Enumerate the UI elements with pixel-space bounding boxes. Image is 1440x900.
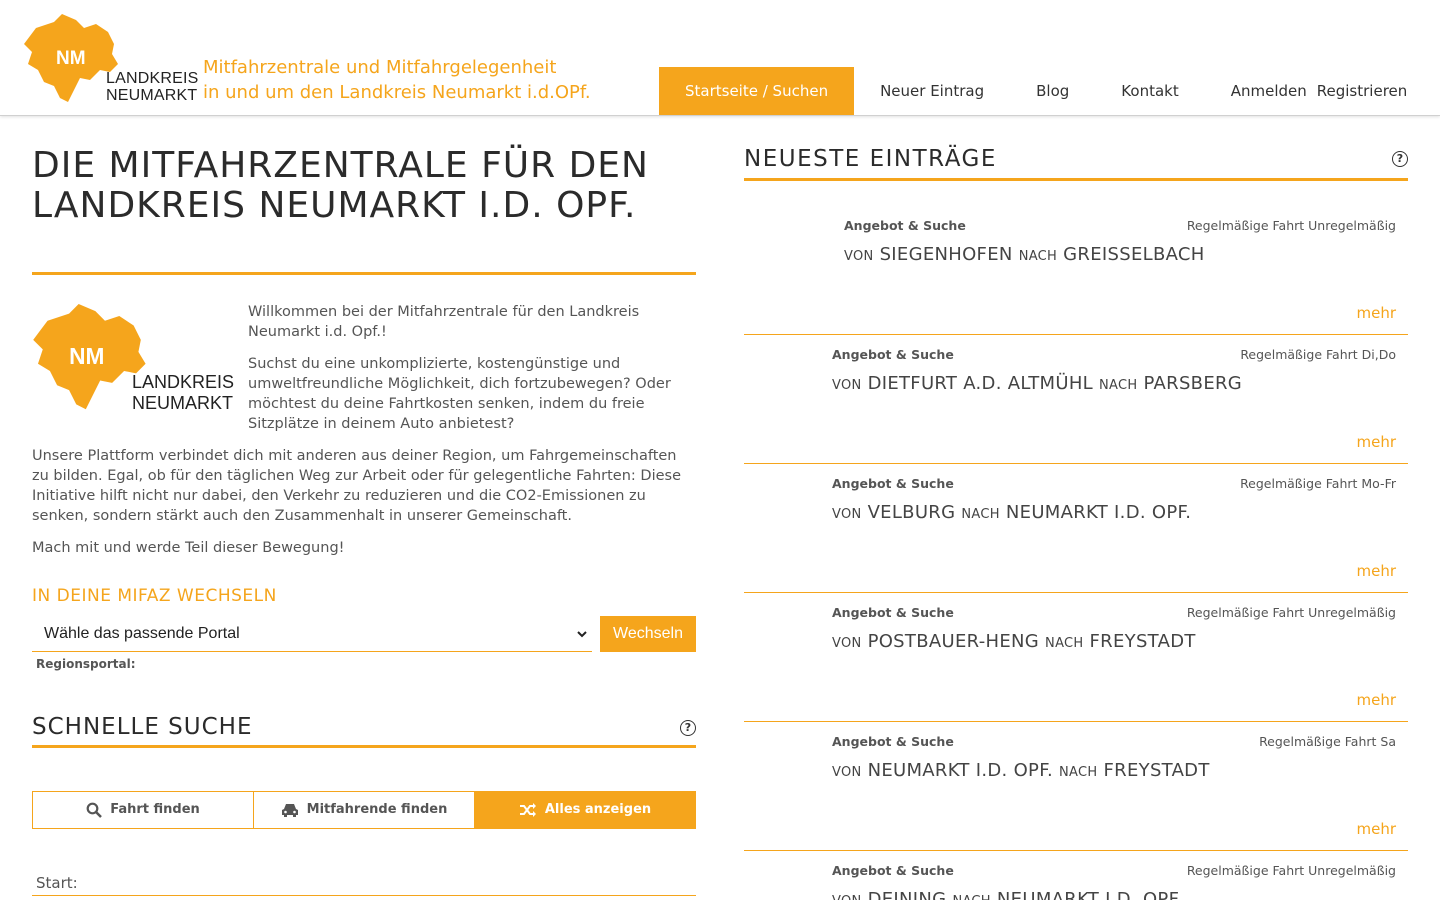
mehr-link[interactable]: mehr [1356, 562, 1396, 580]
car-icon [281, 804, 298, 817]
intro-logo: NM LANDKREIS NEUMARKT [32, 304, 235, 414]
entry-kind: Angebot & Suche [832, 605, 954, 620]
list-item[interactable]: Angebot & Suche Regelmäßige Fahrt Unrege… [744, 851, 1408, 900]
list-item[interactable]: Angebot & Suche Regelmäßige Fahrt Di,Do … [744, 335, 1408, 464]
chevron-down-icon [577, 631, 587, 638]
title-divider [32, 272, 696, 275]
latest-entries-heading: NEUESTE EINTRÄGE [744, 146, 997, 172]
help-icon[interactable]: ? [680, 720, 696, 736]
entry-frequency: Regelmäßige Fahrt Unregelmäßig [1186, 863, 1396, 878]
svg-text:NM: NM [56, 48, 86, 69]
search-icon [86, 802, 103, 818]
intro-paragraph-3: Unsere Plattform verbindet dich mit ande… [32, 448, 681, 524]
site-tagline: Mitfahrzentrale und Mitfahrgelegenheit i… [203, 57, 591, 103]
site-logo[interactable]: NM LANDKREIS NEUMARKT [24, 14, 198, 106]
start-field-label: Start: [36, 874, 78, 892]
portal-select-value: Wähle das passende Portal [44, 625, 240, 642]
nav-anmelden[interactable]: Anmelden [1205, 67, 1311, 115]
start-field[interactable] [32, 895, 696, 896]
nav-blog[interactable]: Blog [1010, 67, 1095, 115]
entry-kind: Angebot & Suche [832, 734, 954, 749]
entry-frequency: Regelmäßige Fahrt Unregelmäßig [1186, 218, 1396, 233]
entry-route: VON VELBURG NACH NEUMARKT I.D. OPF. [832, 502, 1192, 523]
logo-text: LANDKREIS NEUMARKT [106, 70, 199, 104]
list-item[interactable]: Angebot & Suche Regelmäßige Fahrt Mo-Fr … [744, 464, 1408, 593]
nav-registrieren[interactable]: Registrieren [1311, 67, 1434, 115]
region-portal-label: Regionsportal: [36, 657, 136, 671]
site-header: NM LANDKREIS NEUMARKT Mitfahrzentrale un… [0, 0, 1440, 116]
mehr-link[interactable]: mehr [1356, 304, 1396, 322]
entry-frequency: Regelmäßige Fahrt Unregelmäßig [1186, 605, 1396, 620]
intro-paragraph-2: Suchst du eine unkomplizierte, kostengün… [248, 356, 671, 432]
entry-route: VON SIEGENHOFEN NACH GREISSELBACH [844, 244, 1205, 265]
main-nav: Startseite / Suchen Neuer Eintrag Blog K… [659, 67, 1433, 115]
mehr-link[interactable]: mehr [1356, 433, 1396, 451]
intro-paragraph-4: Mach mit und werde Teil dieser Bewegung! [32, 540, 345, 556]
page-title: DIE MITFAHRZENTRALE FÜR DEN LANDKREIS NE… [32, 145, 649, 226]
tab-mitfahrende-finden[interactable]: Mitfahrende finden [254, 792, 475, 828]
intro-paragraph-1: Willkommen bei der Mitfahrzentrale für d… [248, 304, 640, 340]
tab-fahrt-finden[interactable]: Fahrt finden [33, 792, 254, 828]
entry-kind: Angebot & Suche [844, 218, 966, 233]
list-item[interactable]: Angebot & Suche Regelmäßige Fahrt Unrege… [744, 593, 1408, 722]
list-item[interactable]: Angebot & Suche Regelmäßige Fahrt Unrege… [744, 206, 1408, 335]
entry-frequency: Regelmäßige Fahrt Sa [1259, 734, 1396, 749]
entry-route: VON NEUMARKT I.D. OPF. NACH FREYSTADT [832, 760, 1210, 781]
tab-alles-anzeigen[interactable]: Alles anzeigen [475, 792, 695, 828]
help-icon[interactable]: ? [1392, 151, 1408, 167]
entry-frequency: Regelmäßige Fahrt Mo-Fr [1240, 476, 1396, 491]
mifaz-heading: IN DEINE MIFAZ WECHSELN [32, 586, 277, 606]
mehr-link[interactable]: mehr [1356, 691, 1396, 709]
entry-route: VON POSTBAUER-HENG NACH FREYSTADT [832, 631, 1196, 652]
intro-logo-text: LANDKREIS NEUMARKT [132, 372, 235, 413]
nav-kontakt[interactable]: Kontakt [1095, 67, 1204, 115]
list-item[interactable]: Angebot & Suche Regelmäßige Fahrt Sa VON… [744, 722, 1408, 851]
portal-select[interactable]: Wähle das passende Portal [32, 616, 592, 652]
entry-kind: Angebot & Suche [832, 863, 954, 878]
mehr-link[interactable]: mehr [1356, 820, 1396, 838]
search-tabs: Fahrt finden Mitfahrende finden Alles an… [32, 791, 696, 829]
quick-search-heading: SCHNELLE SUCHE [32, 714, 253, 740]
entry-kind: Angebot & Suche [832, 347, 954, 362]
nav-neuer-eintrag[interactable]: Neuer Eintrag [854, 67, 1010, 115]
latest-entries-divider [744, 178, 1408, 181]
shuffle-icon [519, 803, 536, 817]
county-map-icon: NM [33, 304, 146, 410]
entry-route: VON DIETFURT A.D. ALTMÜHL NACH PARSBERG [832, 373, 1243, 394]
entry-route: VON DEINING NACH NEUMARKT I.D. OPF. [832, 889, 1183, 900]
county-map-icon: NM [24, 14, 118, 102]
svg-text:NM: NM [69, 343, 104, 369]
quick-search-divider [32, 745, 696, 748]
wechseln-button[interactable]: Wechseln [600, 616, 696, 652]
entry-frequency: Regelmäßige Fahrt Di,Do [1240, 347, 1396, 362]
nav-startseite[interactable]: Startseite / Suchen [659, 67, 855, 115]
entry-kind: Angebot & Suche [832, 476, 954, 491]
